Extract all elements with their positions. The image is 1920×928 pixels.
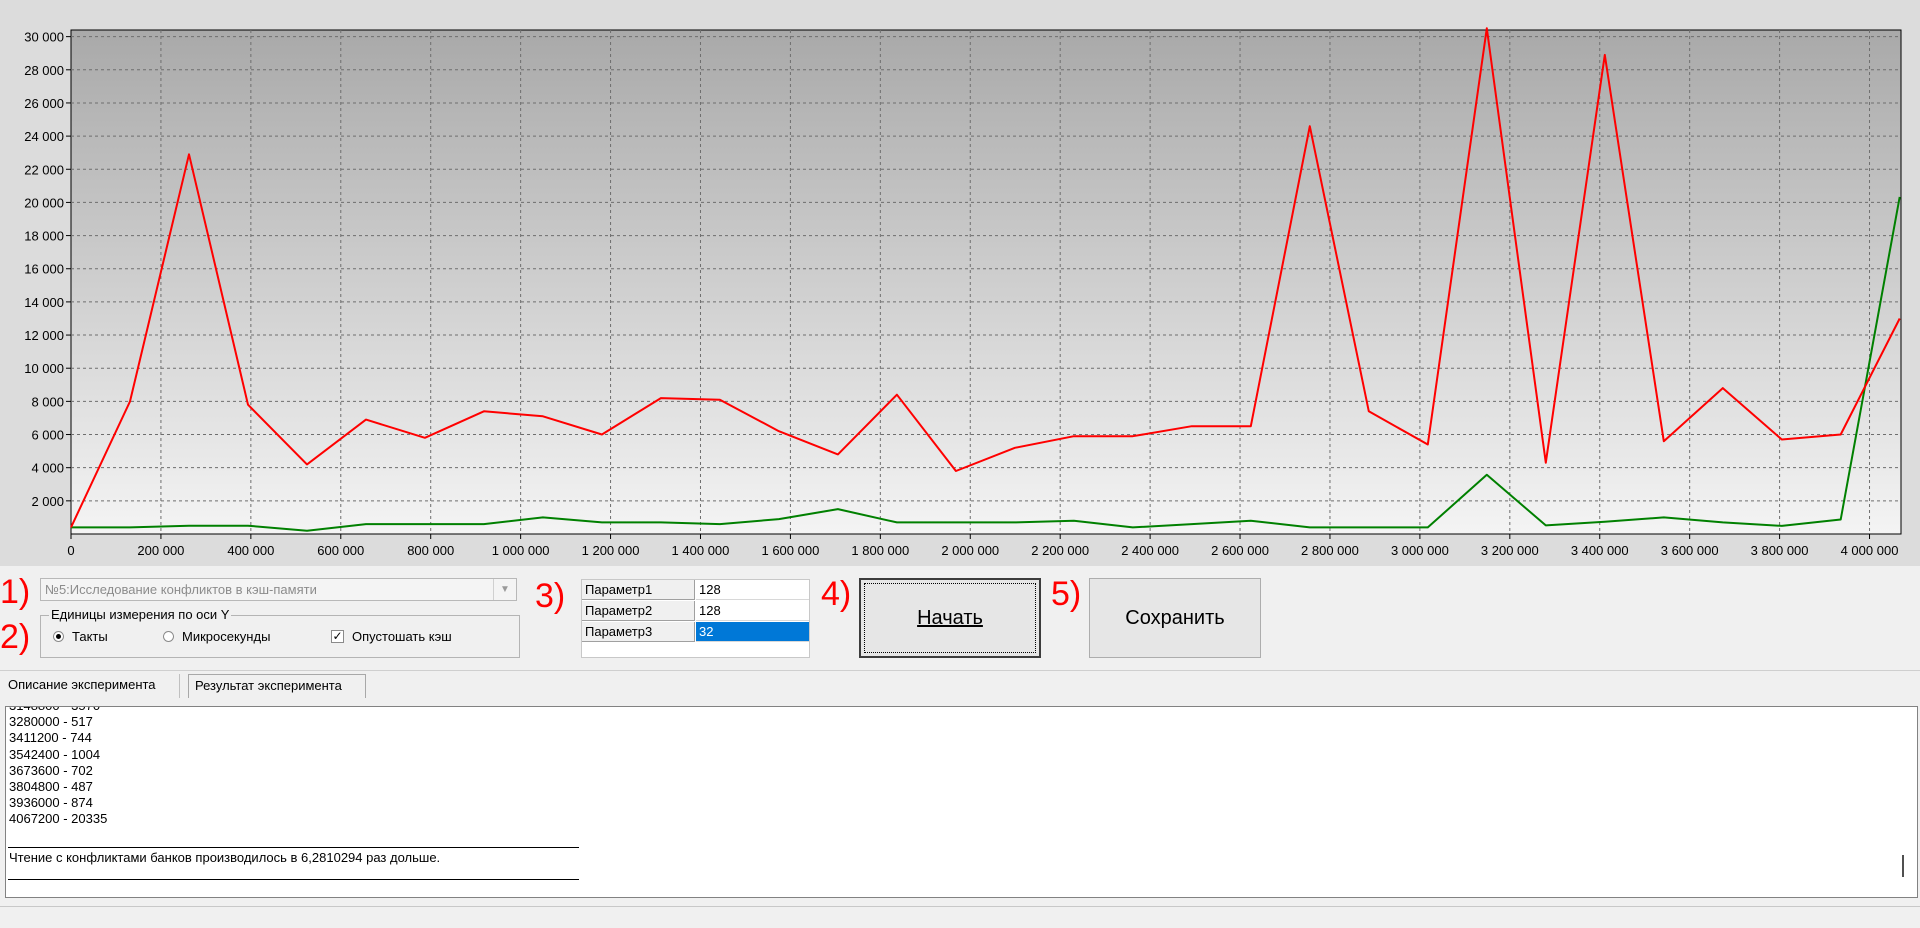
x-tick-label: 1 600 000 xyxy=(761,543,819,558)
x-tick-label: 3 800 000 xyxy=(1751,543,1809,558)
y-tick-label: 24 000 xyxy=(24,129,64,144)
x-tick-label: 3 600 000 xyxy=(1661,543,1719,558)
y-tick-label: 30 000 xyxy=(24,30,64,45)
y-tick-label: 18 000 xyxy=(24,229,64,244)
radio-ticks-label[interactable]: Такты xyxy=(72,629,108,644)
clear-cache-label[interactable]: Опустошать кэш xyxy=(352,629,452,644)
x-tick-label: 400 000 xyxy=(227,543,274,558)
marker-5: 5) xyxy=(1051,575,1082,613)
y-tick-label: 2 000 xyxy=(31,494,64,509)
param-value[interactable]: 128 xyxy=(696,601,809,621)
x-tick-label: 3 200 000 xyxy=(1481,543,1539,558)
y-tick-label: 8 000 xyxy=(31,394,64,409)
marker-4: 4) xyxy=(821,575,852,613)
x-tick-label: 2 800 000 xyxy=(1301,543,1359,558)
tab-result[interactable]: Результат эксперимента xyxy=(188,674,366,698)
radio-microseconds-label[interactable]: Микросекунды xyxy=(182,629,270,644)
start-button[interactable]: Начать xyxy=(859,578,1041,658)
chevron-down-icon[interactable]: ▼ xyxy=(493,579,516,600)
param-name: Параметр2 xyxy=(582,601,695,621)
result-line: 3411200 - 744 xyxy=(9,730,92,746)
divider xyxy=(0,670,1920,671)
y-tick-label: 16 000 xyxy=(24,262,64,277)
start-button-label: Начать xyxy=(917,607,983,629)
result-line: 3673600 - 702 xyxy=(9,762,93,778)
result-line: 3148800 - 3570 xyxy=(9,707,107,714)
result-lines: 3148800 - 3570 3280000 - 517 3411200 - 7… xyxy=(9,707,108,828)
status-bar xyxy=(0,906,1920,928)
y-tick-label: 6 000 xyxy=(31,428,64,443)
x-tick-label: 2 200 000 xyxy=(1031,543,1089,558)
marker-2: 2) xyxy=(0,618,31,656)
y-tick-label: 26 000 xyxy=(24,96,64,111)
x-tick-label: 4 000 000 xyxy=(1841,543,1899,558)
param-value[interactable]: 128 xyxy=(696,580,809,600)
x-tick-label: 600 000 xyxy=(317,543,364,558)
marker-3: 3) xyxy=(535,577,566,615)
chart-area: 0 200 000 400 000 600 000 800 000 1 000 000 1 … xyxy=(0,0,1920,566)
y-tick-label: 22 000 xyxy=(24,162,64,177)
marker-1: 1) xyxy=(0,573,31,611)
result-textarea[interactable]: 3148800 - 3570 3280000 - 517 3411200 - 7… xyxy=(5,706,1918,898)
parameters-grid: Параметр1 128 Параметр2 128 Параметр3 32 xyxy=(581,579,810,658)
y-tick-label: 12 000 xyxy=(24,328,64,343)
param-row: Параметр1 128 xyxy=(582,580,809,601)
result-summary: Чтение с конфликтами банков производилос… xyxy=(9,850,441,865)
result-line: 3280000 - 517 xyxy=(9,714,93,730)
radio-ticks[interactable] xyxy=(53,631,64,642)
x-tick-label: 2 000 000 xyxy=(941,543,999,558)
param-row: Параметр3 32 xyxy=(582,622,809,643)
param-row: Параметр2 128 xyxy=(582,601,809,622)
tab-description[interactable]: Описание эксперимента xyxy=(2,674,180,698)
x-tick-label: 3 000 000 xyxy=(1391,543,1449,558)
experiment-select-value: №5:Исследование конфликтов в кэш-памяти xyxy=(45,582,317,597)
save-button[interactable]: Сохранить xyxy=(1089,578,1261,658)
x-tick-label: 200 000 xyxy=(137,543,184,558)
scrollbar-thumb[interactable] xyxy=(1902,855,1904,877)
y-units-legend: Единицы измерения по оси Y xyxy=(49,607,232,622)
clear-cache-checkbox[interactable]: ✓ xyxy=(331,630,344,643)
y-tick-label: 10 000 xyxy=(24,361,64,376)
radio-microseconds[interactable] xyxy=(163,631,174,642)
x-tick-label: 1 400 000 xyxy=(672,543,730,558)
x-tick-label: 1 000 000 xyxy=(492,543,550,558)
y-tick-label: 28 000 xyxy=(24,63,64,78)
result-line: 3542400 - 1004 xyxy=(9,746,101,762)
y-tick-label: 14 000 xyxy=(24,295,64,310)
performance-chart: 0 200 000 400 000 600 000 800 000 1 000 000 1 … xyxy=(24,27,1902,558)
x-tick-label: 0 xyxy=(67,543,74,558)
param-name: Параметр3 xyxy=(582,622,695,642)
x-tick-label: 1 200 000 xyxy=(582,543,640,558)
x-tick-label: 2 400 000 xyxy=(1121,543,1179,558)
x-tick-label: 2 600 000 xyxy=(1211,543,1269,558)
y-tick-label: 4 000 xyxy=(31,461,64,476)
experiment-select[interactable]: №5:Исследование конфликтов в кэш-памяти … xyxy=(40,578,517,601)
x-tick-label: 800 000 xyxy=(407,543,454,558)
param-value-selected[interactable]: 32 xyxy=(696,622,809,642)
separator-rule xyxy=(8,879,579,880)
result-line: 3804800 - 487 xyxy=(9,778,93,794)
y-units-group: Единицы измерения по оси Y Такты Микросе… xyxy=(40,607,520,658)
save-button-label: Сохранить xyxy=(1125,607,1225,629)
y-tick-label: 20 000 xyxy=(24,195,64,210)
x-tick-label: 3 400 000 xyxy=(1571,543,1629,558)
result-line: 3936000 - 874 xyxy=(9,795,93,811)
separator-rule xyxy=(8,847,579,848)
result-line: 4067200 - 20335 xyxy=(9,811,108,827)
param-name: Параметр1 xyxy=(582,580,695,600)
x-tick-label: 1 800 000 xyxy=(851,543,909,558)
